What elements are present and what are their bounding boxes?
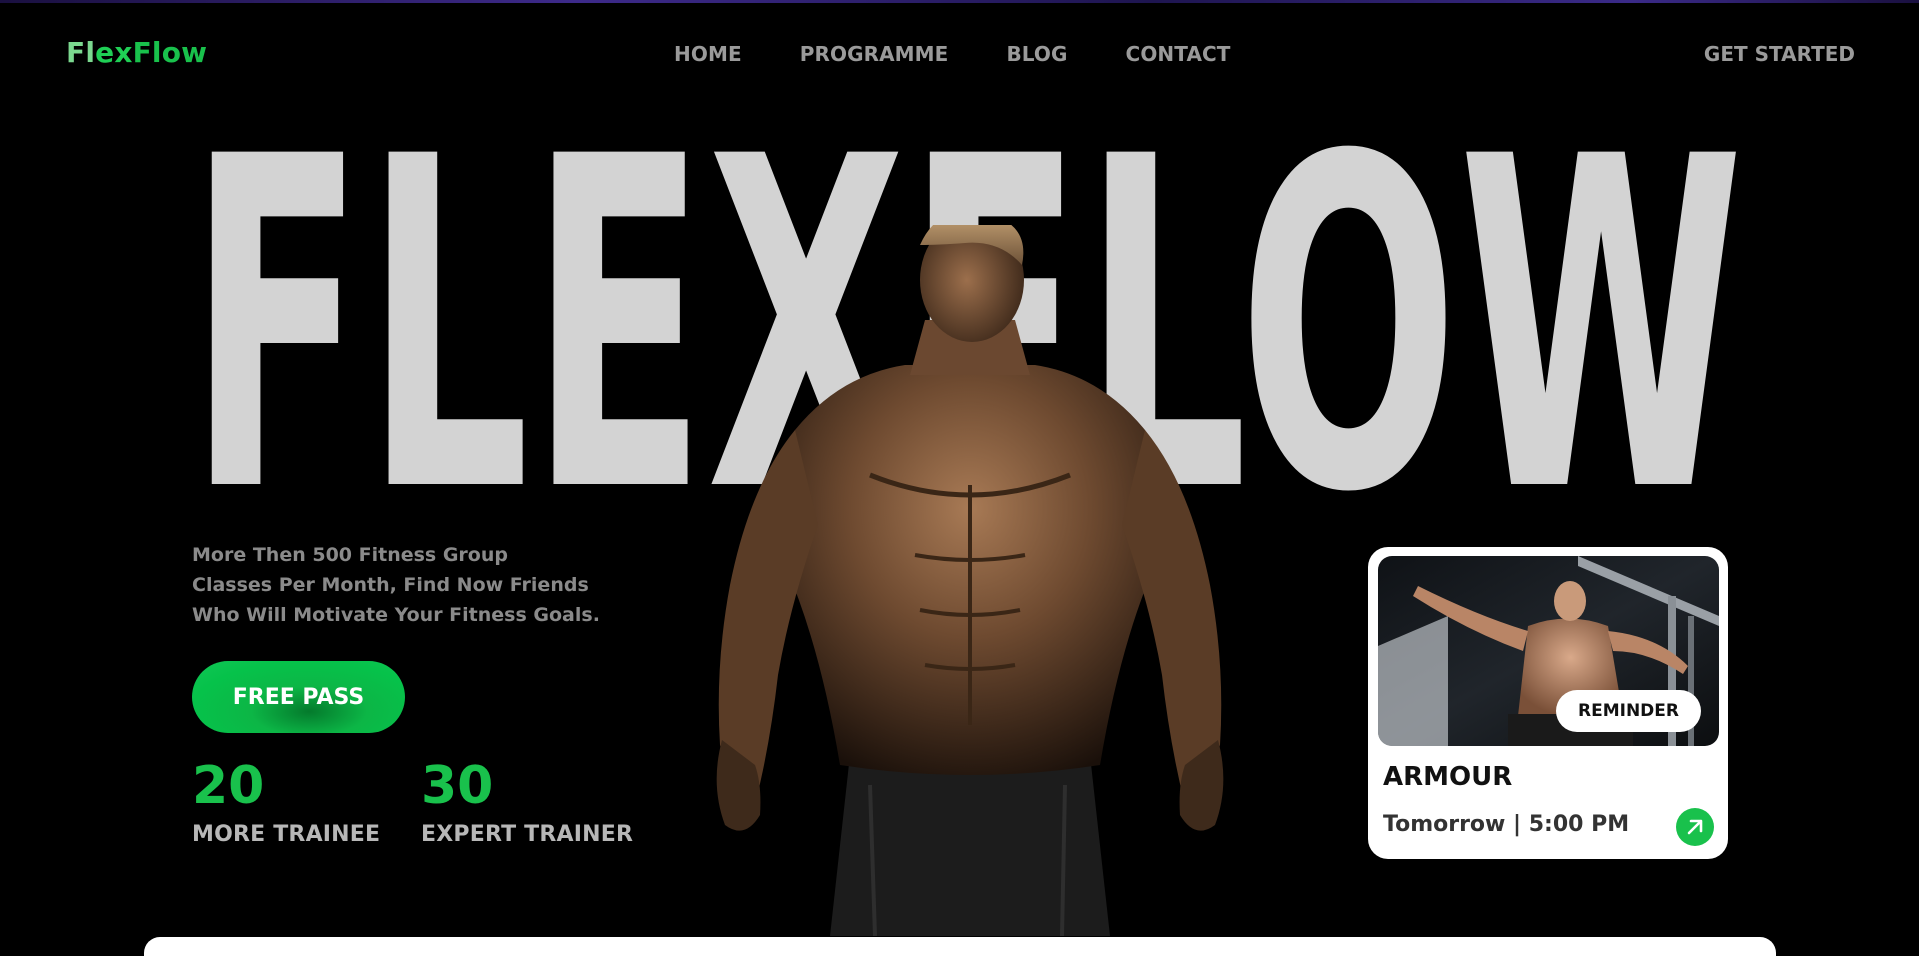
nav-item-home[interactable]: HOME bbox=[674, 42, 742, 66]
hero-athlete-image bbox=[700, 225, 1240, 936]
reminder-badge[interactable]: REMINDER bbox=[1556, 690, 1701, 732]
class-reminder-card[interactable]: REMINDER ARMOUR Tomorrow | 5:00 PM bbox=[1368, 547, 1728, 859]
main-nav: HOME PROGRAMME BLOG CONTACT bbox=[674, 42, 1289, 66]
hero-tagline: More Then 500 Fitness Group Classes Per … bbox=[192, 540, 612, 630]
tagline-line: More Then 500 Fitness Group bbox=[192, 544, 508, 566]
stat-label: EXPERT TRAINER bbox=[421, 822, 634, 847]
stat-label: MORE TRAINEE bbox=[192, 822, 381, 847]
logo-text-part2: ex bbox=[95, 36, 133, 69]
stat-trainer: 30 EXPERT TRAINER bbox=[421, 760, 633, 847]
card-action-button[interactable] bbox=[1676, 808, 1714, 846]
nav-item-programme[interactable]: PROGRAMME bbox=[800, 42, 949, 66]
tagline-line: Who Will Motivate Your Fitness Goals. bbox=[192, 604, 600, 626]
nav-item-contact[interactable]: CONTACT bbox=[1126, 42, 1231, 66]
nav-item-blog[interactable]: BLOG bbox=[1006, 42, 1067, 66]
next-section-panel bbox=[144, 937, 1776, 956]
stat-value: 20 bbox=[192, 756, 265, 816]
card-image: REMINDER bbox=[1378, 556, 1719, 746]
stat-value: 30 bbox=[421, 756, 494, 816]
get-started-link[interactable]: GET STARTED bbox=[1704, 42, 1855, 66]
free-pass-button[interactable]: FREE PASS bbox=[192, 661, 405, 733]
logo-text-part1: Fl bbox=[66, 36, 96, 69]
logo[interactable]: FlexFlow bbox=[66, 36, 207, 69]
card-title: ARMOUR bbox=[1383, 762, 1513, 792]
tagline-line: Classes Per Month, Find Now Friends bbox=[192, 574, 589, 596]
arrow-up-right-icon bbox=[1687, 819, 1703, 835]
logo-text-part3: Flow bbox=[132, 36, 208, 69]
top-accent-line bbox=[0, 0, 1919, 3]
stat-trainee: 20 MORE TRAINEE bbox=[192, 760, 380, 847]
card-time: Tomorrow | 5:00 PM bbox=[1383, 812, 1630, 837]
